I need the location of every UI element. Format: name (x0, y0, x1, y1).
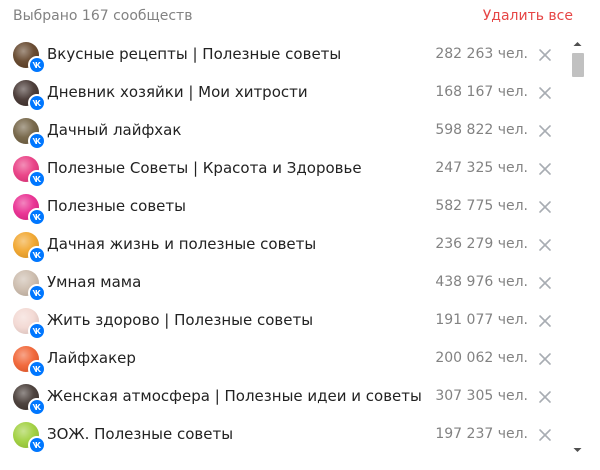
community-name[interactable]: Вкусные рецепты | Полезные советы (47, 45, 341, 63)
member-count: 438 976 чел. (435, 274, 528, 290)
close-icon[interactable] (538, 352, 552, 366)
vk-logo-icon (28, 436, 46, 454)
scroll-thumb[interactable] (572, 53, 584, 77)
member-count: 582 775 чел. (435, 198, 528, 214)
member-count: 168 167 чел. (435, 84, 528, 100)
vk-logo-icon (28, 208, 46, 226)
chevron-up-icon[interactable] (573, 40, 582, 48)
close-icon[interactable] (538, 314, 552, 328)
vk-logo-icon (28, 56, 46, 74)
close-icon[interactable] (538, 238, 552, 252)
close-icon[interactable] (538, 200, 552, 214)
community-row[interactable]: Дневник хозяйки | Мои хитрости 168 167 че… (0, 74, 568, 112)
community-name[interactable]: Лайфхакер (47, 349, 136, 367)
close-icon[interactable] (538, 162, 552, 176)
member-count: 197 237 чел. (435, 426, 528, 442)
community-row[interactable]: Дачная жизнь и полезные советы 236 279 че… (0, 226, 568, 264)
community-row[interactable]: Жить здорово | Полезные советы 191 077 че… (0, 302, 568, 340)
close-icon[interactable] (538, 276, 552, 290)
community-name[interactable]: Жить здорово | Полезные советы (47, 311, 313, 329)
member-count: 236 279 чел. (435, 236, 528, 252)
community-row[interactable]: Дачный лайфхак 598 822 чел. (0, 112, 568, 150)
scrollbar[interactable] (569, 36, 586, 456)
member-count: 247 325 чел. (435, 160, 528, 176)
vk-logo-icon (28, 246, 46, 264)
community-row[interactable]: ЗОЖ. Полезные советы 197 237 чел. (0, 416, 568, 454)
chevron-down-icon[interactable] (573, 446, 582, 454)
community-row[interactable]: Вкусные рецепты | Полезные советы 282 263… (0, 36, 568, 74)
selection-header: Выбрано 167 сообществ Удалить все (0, 0, 600, 36)
community-name[interactable]: Полезные советы (47, 197, 186, 215)
community-name[interactable]: Женская атмосфера | Полезные идеи и сове… (47, 387, 422, 405)
delete-all-button[interactable]: Удалить все (483, 8, 573, 24)
vk-logo-icon (28, 132, 46, 150)
selected-count: Выбрано 167 сообществ (13, 8, 193, 24)
member-count: 307 305 чел. (435, 388, 528, 404)
community-name[interactable]: Дачная жизнь и полезные советы (47, 235, 316, 253)
community-name[interactable]: Дачный лайфхак (47, 121, 181, 139)
community-row[interactable]: Женская атмосфера | Полезные идеи и сове… (0, 378, 568, 416)
community-name[interactable]: Дневник хозяйки | Мои хитрости (47, 83, 308, 101)
vk-logo-icon (28, 170, 46, 188)
close-icon[interactable] (538, 48, 552, 62)
close-icon[interactable] (538, 428, 552, 442)
vk-logo-icon (28, 360, 46, 378)
vk-logo-icon (28, 284, 46, 302)
member-count: 598 822 чел. (435, 122, 528, 138)
community-row[interactable]: Полезные Советы | Красота и Здоровье 247 … (0, 150, 568, 188)
close-icon[interactable] (538, 124, 552, 138)
community-name[interactable]: Полезные Советы | Красота и Здоровье (47, 159, 362, 177)
close-icon[interactable] (538, 390, 552, 404)
community-list: Вкусные рецепты | Полезные советы 282 263… (0, 36, 568, 470)
community-name[interactable]: ЗОЖ. Полезные советы (47, 425, 233, 443)
member-count: 200 062 чел. (435, 350, 528, 366)
community-row[interactable]: Умная мама 438 976 чел. (0, 264, 568, 302)
member-count: 282 263 чел. (435, 46, 528, 62)
member-count: 191 077 чел. (435, 312, 528, 328)
close-icon[interactable] (538, 86, 552, 100)
vk-logo-icon (28, 94, 46, 112)
community-name[interactable]: Умная мама (47, 273, 141, 291)
vk-logo-icon (28, 322, 46, 340)
community-row[interactable]: Полезные советы 582 775 чел. (0, 188, 568, 226)
vk-logo-icon (28, 398, 46, 416)
community-row[interactable]: Лайфхакер 200 062 чел. (0, 340, 568, 378)
